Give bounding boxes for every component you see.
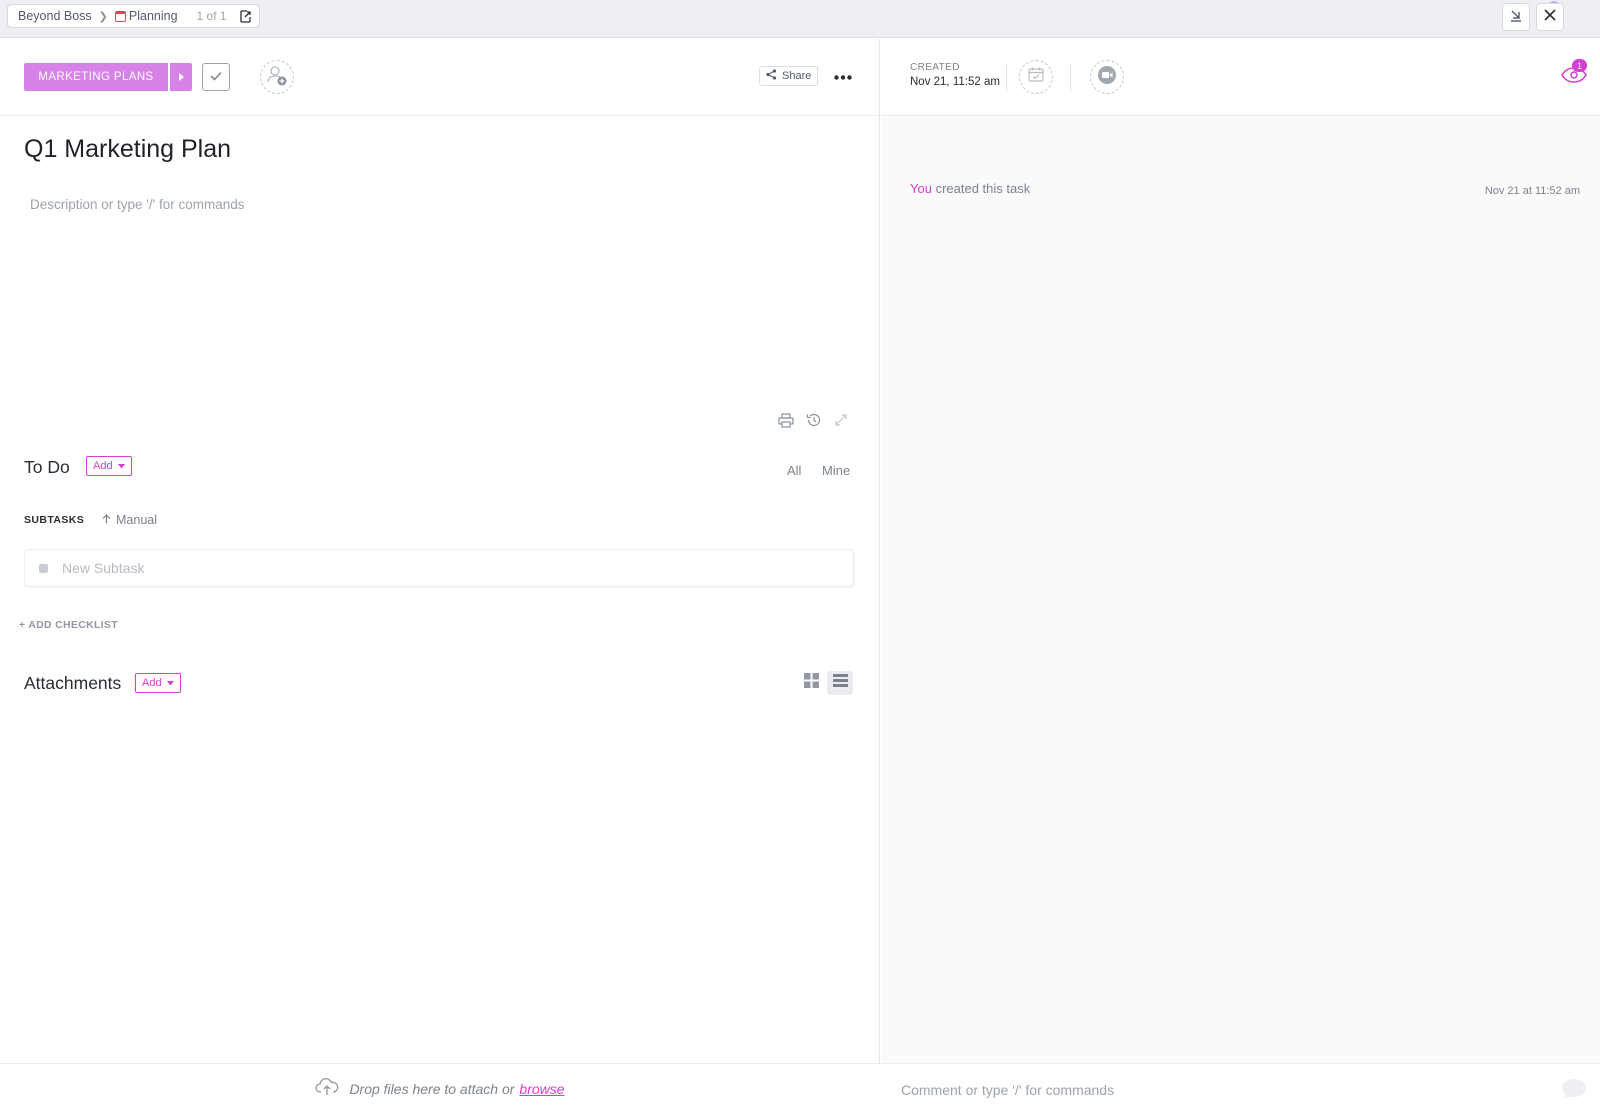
new-subtask-input[interactable]: New Subtask xyxy=(24,549,854,587)
subtask-sort-label: Manual xyxy=(116,513,157,527)
breadcrumb-workspace[interactable]: Beyond Boss xyxy=(18,9,92,23)
todo-section-title: To Do xyxy=(24,457,70,477)
attachments-title: Attachments xyxy=(24,673,122,693)
task-main-panel: MARKETING PLANS Share Q1 Marketing Plan … xyxy=(0,39,880,1113)
activity-panel: CREATED Nov 21, 11:52 am 1 You created t… xyxy=(881,39,1600,1113)
description-input[interactable]: Description or type '/' for commands xyxy=(30,197,244,212)
description-toolbar xyxy=(778,412,848,433)
calendar-icon xyxy=(114,10,126,22)
attachments-add-label: Add xyxy=(142,677,162,689)
filter-mine[interactable]: Mine xyxy=(822,463,850,478)
attachment-dropzone[interactable]: Drop files here to attach or browse xyxy=(0,1063,880,1113)
history-icon[interactable] xyxy=(806,412,822,433)
more-icon xyxy=(834,67,852,85)
add-assignee-icon xyxy=(266,64,288,91)
due-date-button[interactable] xyxy=(1019,60,1053,94)
activity-actor[interactable]: You xyxy=(910,181,932,196)
task-header: MARKETING PLANS Share xyxy=(0,39,880,116)
export-icon[interactable] xyxy=(239,9,253,23)
comment-box[interactable]: Comment or type '/' for commands xyxy=(881,1063,1600,1113)
todo-add-label: Add xyxy=(93,460,113,472)
created-label: CREATED xyxy=(910,62,960,73)
breadcrumb-list[interactable]: Planning xyxy=(129,9,178,23)
share-label: Share xyxy=(782,70,812,82)
more-options-button[interactable] xyxy=(832,66,854,86)
share-icon xyxy=(766,69,777,83)
close-button[interactable] xyxy=(1536,3,1564,31)
arrow-up-icon xyxy=(102,513,111,527)
activity-action: created this task xyxy=(935,181,1031,196)
todo-add-button[interactable]: Add xyxy=(86,456,132,476)
list-view-button[interactable] xyxy=(827,671,853,695)
caret-down-icon xyxy=(117,460,125,472)
watchers-count-badge: 1 xyxy=(1572,59,1587,72)
cloud-upload-icon xyxy=(315,1078,339,1099)
minimize-icon xyxy=(1509,8,1523,27)
status-selector[interactable]: MARKETING PLANS xyxy=(24,63,192,91)
caret-down-icon xyxy=(166,677,174,689)
comment-input[interactable]: Comment or type '/' for commands xyxy=(901,1082,1114,1098)
details-header: CREATED Nov 21, 11:52 am 1 xyxy=(881,39,1600,116)
status-label[interactable]: MARKETING PLANS xyxy=(24,63,168,91)
top-bar: Beyond Boss ❯ Planning 1 of 1 xyxy=(0,0,1600,38)
created-value: Nov 21, 11:52 am xyxy=(910,76,1000,88)
comment-bubble-icon xyxy=(1560,1077,1588,1106)
breadcrumb: Beyond Boss ❯ Planning 1 of 1 xyxy=(7,4,260,28)
subtasks-label: SUBTASKS xyxy=(24,514,85,526)
due-date-icon xyxy=(1028,67,1044,87)
list-view-icon xyxy=(832,674,848,692)
dropzone-text: Drop files here to attach or xyxy=(349,1080,515,1097)
video-icon xyxy=(1097,65,1117,90)
attachments-add-button[interactable]: Add xyxy=(135,673,181,693)
divider xyxy=(1070,63,1071,91)
grid-view-button[interactable] xyxy=(799,671,823,695)
new-subtask-placeholder: New Subtask xyxy=(62,560,145,576)
activity-time: Nov 21 at 11:52 am xyxy=(1484,185,1580,197)
chevron-right-icon: ❯ xyxy=(98,10,108,23)
subtask-status-icon xyxy=(39,563,48,573)
add-assignee-button[interactable] xyxy=(260,60,294,94)
divider xyxy=(1006,63,1007,91)
check-icon xyxy=(210,68,222,86)
task-position: 1 of 1 xyxy=(196,9,227,23)
close-icon xyxy=(1543,8,1557,27)
grid-view-icon xyxy=(803,673,819,693)
print-icon[interactable] xyxy=(778,412,794,433)
mark-complete-button[interactable] xyxy=(202,63,230,91)
expand-icon[interactable] xyxy=(834,413,848,432)
task-title[interactable]: Q1 Marketing Plan xyxy=(24,135,231,164)
browse-link[interactable]: browse xyxy=(519,1081,564,1097)
video-record-button[interactable] xyxy=(1090,60,1124,94)
minimize-button[interactable] xyxy=(1502,3,1530,31)
chevron-right-icon xyxy=(178,68,184,86)
filter-all[interactable]: All xyxy=(787,463,801,478)
add-checklist-button[interactable]: + ADD CHECKLIST xyxy=(19,619,118,631)
activity-item: You created this task xyxy=(910,181,1030,196)
status-next-button[interactable] xyxy=(170,63,192,91)
share-button[interactable]: Share xyxy=(759,66,819,86)
subtask-sort-button[interactable]: Manual xyxy=(102,513,157,527)
